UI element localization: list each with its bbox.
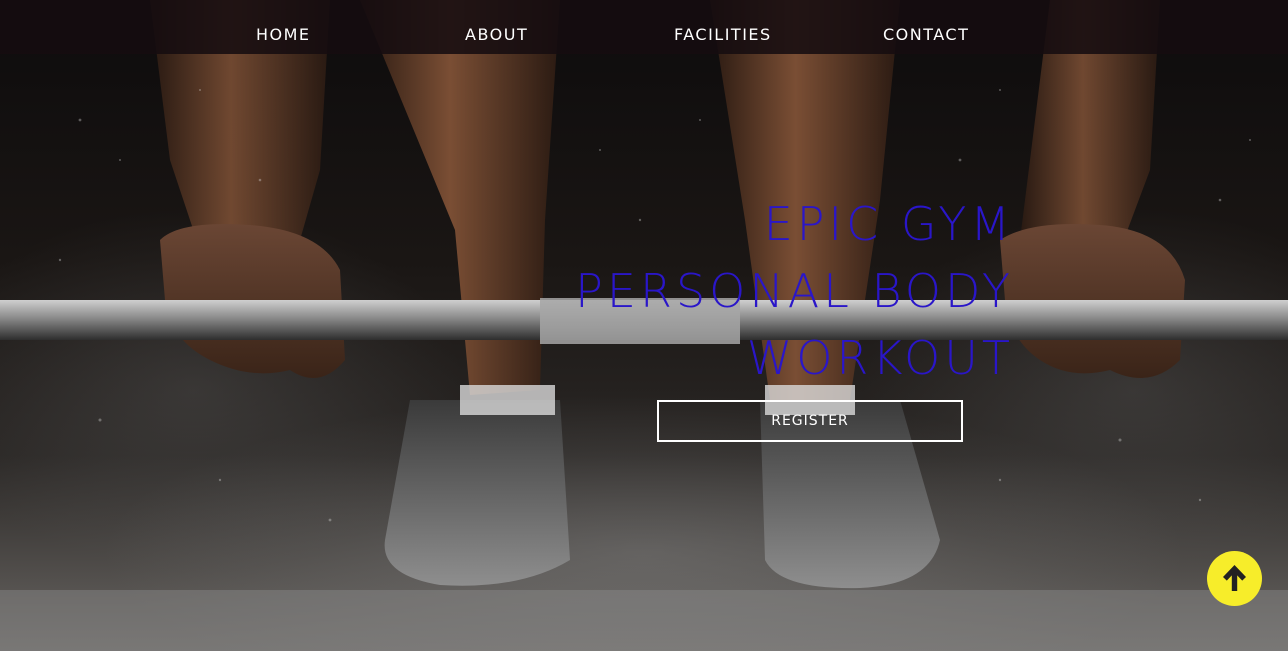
nav-about-link[interactable]: ABOUT (465, 0, 528, 54)
scroll-to-top-button[interactable] (1207, 551, 1262, 606)
arrow-up-icon (1223, 565, 1246, 591)
hero-title-line-2: PERSONAL BODY (575, 264, 1014, 318)
nav-facilities-label: FACILITIES (674, 25, 772, 44)
hero-section: HOME ABOUT FACILITIES CONTACT EPIC GYM P… (0, 0, 1288, 651)
hero-background-image (0, 0, 1288, 651)
nav-contact-link[interactable]: CONTACT (883, 0, 969, 54)
nav-about-label: ABOUT (465, 25, 529, 44)
nav-contact-label: CONTACT (883, 25, 970, 44)
register-button[interactable]: REGISTER (657, 400, 963, 442)
nav-home-link[interactable]: HOME (256, 0, 311, 54)
hero-title-line-3: WORKOUT (746, 331, 1014, 385)
nav-home-label: HOME (256, 25, 311, 44)
hero-title-line-1: EPIC GYM (763, 197, 1014, 251)
nav-facilities-link[interactable]: FACILITIES (674, 0, 772, 54)
top-navbar: HOME ABOUT FACILITIES CONTACT (0, 0, 1288, 54)
